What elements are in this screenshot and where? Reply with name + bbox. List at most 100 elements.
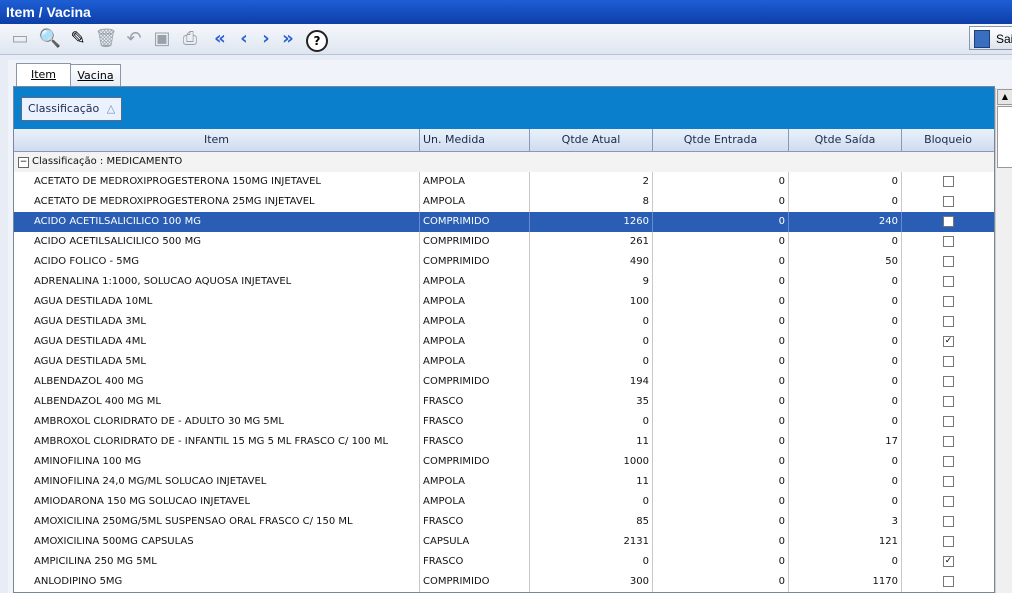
table-row[interactable]: ACETATO DE MEDROXIPROGESTERONA 150MG INJ… bbox=[14, 172, 994, 192]
tab-item[interactable]: Item bbox=[16, 63, 71, 87]
table-row[interactable]: AMOXICILINA 250MG/5ML SUSPENSAO ORAL FRA… bbox=[14, 512, 994, 532]
cell-qtde-saida: 0 bbox=[789, 232, 902, 252]
column-header-bloqueio[interactable]: Bloqueio bbox=[902, 129, 994, 151]
search-icon[interactable]: 🔍 bbox=[38, 27, 62, 51]
bloqueio-checkbox[interactable]: ✓ bbox=[943, 556, 954, 567]
bloqueio-checkbox[interactable] bbox=[943, 356, 954, 367]
bloqueio-checkbox[interactable] bbox=[943, 496, 954, 507]
cell-bloqueio bbox=[902, 252, 994, 272]
table-row[interactable]: AGUA DESTILADA 3ML AMPOLA 0 0 0 bbox=[14, 312, 994, 332]
next-icon[interactable]: › bbox=[254, 27, 278, 51]
column-header-qtde-atual[interactable]: Qtde Atual bbox=[530, 129, 653, 151]
cell-item: AMBROXOL CLORIDRATO DE - ADULTO 30 MG 5M… bbox=[31, 412, 420, 432]
group-chip-classificacao[interactable]: Classificação △ bbox=[21, 97, 123, 121]
cell-un-medida: AMPOLA bbox=[420, 292, 530, 312]
column-header-qtde-entrada[interactable]: Qtde Entrada bbox=[653, 129, 789, 151]
table-row[interactable]: AMPICILINA 250 MG 5ML FRASCO 0 0 0 ✓ bbox=[14, 552, 994, 572]
scroll-up-icon[interactable]: ▲ bbox=[997, 89, 1012, 105]
cell-qtde-atual: 261 bbox=[530, 232, 653, 252]
table-row[interactable]: AMBROXOL CLORIDRATO DE - ADULTO 30 MG 5M… bbox=[14, 412, 994, 432]
cell-qtde-entrada: 0 bbox=[653, 552, 789, 572]
table-row[interactable]: AGUA DESTILADA 4ML AMPOLA 0 0 0 ✓ bbox=[14, 332, 994, 352]
exit-button[interactable]: Sair bbox=[969, 26, 1012, 50]
table-row[interactable]: ALBENDAZOL 400 MG COMPRIMIDO 194 0 0 bbox=[14, 372, 994, 392]
bloqueio-checkbox[interactable]: ✓ bbox=[943, 336, 954, 347]
vertical-scrollbar[interactable]: ▲ bbox=[995, 88, 1012, 593]
cell-qtde-saida: 121 bbox=[789, 532, 902, 552]
table-row[interactable]: ACIDO ACETILSALICILICO 100 MG COMPRIMIDO 1… bbox=[14, 212, 994, 232]
cell-bloqueio bbox=[902, 432, 994, 452]
cell-un-medida: AMPOLA bbox=[420, 332, 530, 352]
bloqueio-checkbox[interactable] bbox=[943, 376, 954, 387]
undo-icon[interactable]: ↶ bbox=[122, 27, 146, 51]
cell-bloqueio bbox=[902, 572, 994, 592]
bloqueio-checkbox[interactable] bbox=[943, 476, 954, 487]
sort-asc-icon: △ bbox=[106, 102, 116, 115]
cell-qtde-saida: 50 bbox=[789, 252, 902, 272]
cell-qtde-saida: 0 bbox=[789, 272, 902, 292]
column-header-un-medida[interactable]: Un. Medida bbox=[420, 129, 530, 151]
cell-qtde-entrada: 0 bbox=[653, 512, 789, 532]
column-header-qtde-saida[interactable]: Qtde Saída bbox=[789, 129, 902, 151]
bloqueio-checkbox[interactable] bbox=[943, 216, 954, 227]
collapse-icon[interactable]: − bbox=[18, 157, 29, 168]
cell-un-medida: FRASCO bbox=[420, 552, 530, 572]
cell-qtde-saida: 0 bbox=[789, 392, 902, 412]
cell-qtde-saida: 0 bbox=[789, 172, 902, 192]
table-row[interactable]: ADRENALINA 1:1000, SOLUCAO AQUOSA INJETA… bbox=[14, 272, 994, 292]
bloqueio-checkbox[interactable] bbox=[943, 436, 954, 447]
cell-qtde-saida: 0 bbox=[789, 472, 902, 492]
tab-vacina[interactable]: Vacina bbox=[70, 64, 121, 86]
table-row[interactable]: AMIODARONA 150 MG SOLUCAO INJETAVEL AMPOL… bbox=[14, 492, 994, 512]
cell-un-medida: FRASCO bbox=[420, 432, 530, 452]
table-row[interactable]: ACETATO DE MEDROXIPROGESTERONA 25MG INJE… bbox=[14, 192, 994, 212]
cell-qtde-entrada: 0 bbox=[653, 432, 789, 452]
cell-qtde-entrada: 0 bbox=[653, 272, 789, 292]
cell-qtde-atual: 300 bbox=[530, 572, 653, 592]
scroll-thumb[interactable] bbox=[997, 106, 1012, 168]
bloqueio-checkbox[interactable] bbox=[943, 516, 954, 527]
bloqueio-checkbox[interactable] bbox=[943, 576, 954, 587]
cell-qtde-entrada: 0 bbox=[653, 232, 789, 252]
last-icon[interactable]: » bbox=[276, 27, 300, 51]
table-row[interactable]: AMOXICILINA 500MG CAPSULAS CAPSULA 2131 0 12… bbox=[14, 532, 994, 552]
cell-qtde-atual: 0 bbox=[530, 412, 653, 432]
cell-bloqueio bbox=[902, 352, 994, 372]
cell-bloqueio bbox=[902, 172, 994, 192]
table-row[interactable]: AGUA DESTILADA 10ML AMPOLA 100 0 0 bbox=[14, 292, 994, 312]
bloqueio-checkbox[interactable] bbox=[943, 256, 954, 267]
table-row[interactable]: ACIDO ACETILSALICILICO 500 MG COMPRIMIDO 2… bbox=[14, 232, 994, 252]
bloqueio-checkbox[interactable] bbox=[943, 276, 954, 287]
window-title: Item / Vacina bbox=[0, 0, 1012, 24]
bloqueio-checkbox[interactable] bbox=[943, 456, 954, 467]
table-row[interactable]: AMBROXOL CLORIDRATO DE - INFANTIL 15 MG … bbox=[14, 432, 994, 452]
cell-item: AGUA DESTILADA 10ML bbox=[31, 292, 420, 312]
table-row[interactable]: AMINOFILINA 100 MG COMPRIMIDO 1000 0 0 bbox=[14, 452, 994, 472]
new-icon[interactable]: ▭ bbox=[8, 27, 32, 51]
table-row[interactable]: ANLODIPINO 5MG COMPRIMIDO 300 0 1170 bbox=[14, 572, 994, 592]
cell-qtde-entrada: 0 bbox=[653, 352, 789, 372]
table-row[interactable]: ACIDO FOLICO - 5MG COMPRIMIDO 490 0 50 bbox=[14, 252, 994, 272]
bloqueio-checkbox[interactable] bbox=[943, 296, 954, 307]
bloqueio-checkbox[interactable] bbox=[943, 536, 954, 547]
bloqueio-checkbox[interactable] bbox=[943, 236, 954, 247]
column-header-item[interactable]: Item bbox=[14, 129, 420, 151]
table-row[interactable]: AGUA DESTILADA 5ML AMPOLA 0 0 0 bbox=[14, 352, 994, 372]
bloqueio-checkbox[interactable] bbox=[943, 316, 954, 327]
table-row[interactable]: AMINOFILINA 24,0 MG/ML SOLUCAO INJETAVEL… bbox=[14, 472, 994, 492]
prev-icon[interactable]: ‹ bbox=[232, 27, 256, 51]
save-icon[interactable]: ▣ bbox=[150, 27, 174, 51]
bloqueio-checkbox[interactable] bbox=[943, 416, 954, 427]
bloqueio-checkbox[interactable] bbox=[943, 196, 954, 207]
print-icon[interactable]: ⎙ bbox=[178, 27, 202, 51]
cell-qtde-atual: 35 bbox=[530, 392, 653, 412]
cell-qtde-entrada: 0 bbox=[653, 292, 789, 312]
bloqueio-checkbox[interactable] bbox=[943, 396, 954, 407]
help-icon[interactable]: ? bbox=[306, 30, 328, 52]
eraser-icon[interactable]: ✎ bbox=[66, 27, 90, 51]
table-row[interactable]: ALBENDAZOL 400 MG ML FRASCO 35 0 0 bbox=[14, 392, 994, 412]
trash-icon[interactable]: 🗑 bbox=[94, 27, 118, 51]
first-icon[interactable]: « bbox=[208, 27, 232, 51]
cell-item: AMOXICILINA 250MG/5ML SUSPENSAO ORAL FRA… bbox=[31, 512, 420, 532]
bloqueio-checkbox[interactable] bbox=[943, 176, 954, 187]
